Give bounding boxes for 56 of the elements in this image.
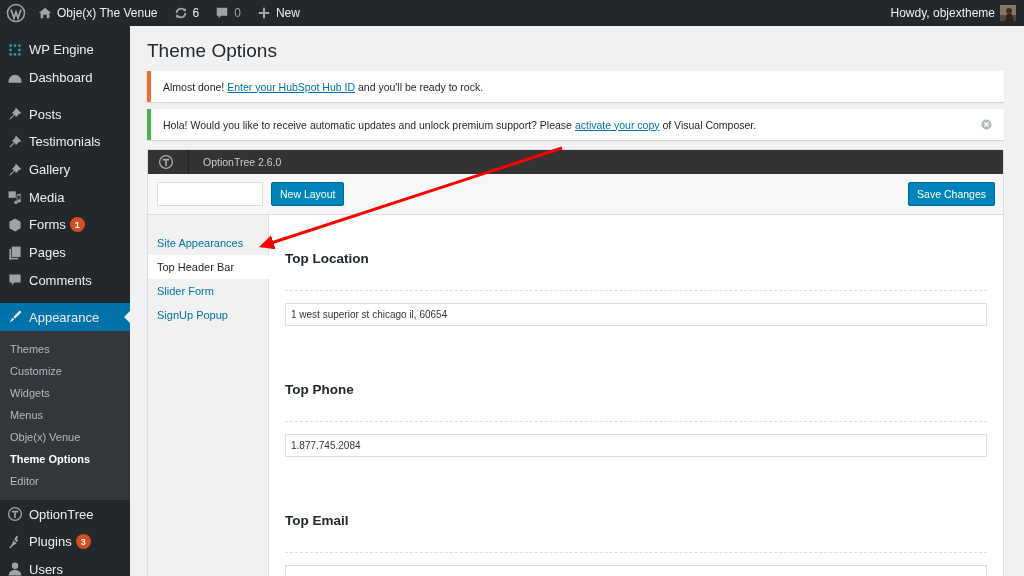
page-title: Theme Options <box>147 40 278 62</box>
new-layout-button[interactable]: New Layout <box>271 182 345 206</box>
menu-label: Dashboard <box>29 70 93 86</box>
menu-item[interactable]: OptionTree <box>0 500 130 528</box>
save-changes-button[interactable]: Save Changes <box>908 182 995 206</box>
submenu-item[interactable]: Customize <box>0 360 130 383</box>
account-link[interactable]: Howdy, objextheme <box>890 5 1016 21</box>
menu-label: OptionTree <box>29 506 94 522</box>
menu-label: Posts <box>29 106 62 122</box>
count-badge: 1 <box>69 217 85 233</box>
notice-link[interactable]: activate your copy <box>574 118 660 131</box>
menu-item[interactable]: Dashboard <box>0 63 130 92</box>
count-badge: 3 <box>75 534 91 550</box>
submenu-item[interactable]: Themes <box>0 338 130 361</box>
field-label: Top Location <box>285 251 370 266</box>
menu-label: Plugins <box>29 534 72 550</box>
notice-text: Hola! Would you like to receive automatic updates and unlock premium support? Please activate your copy of Visual Composer. <box>163 118 758 131</box>
submenu-item[interactable]: Widgets <box>0 382 130 405</box>
field-label: Top Email <box>285 513 350 528</box>
section-tab[interactable]: SignUp Popup <box>148 303 268 327</box>
menu-item[interactable]: Users <box>0 555 130 576</box>
menu-item[interactable]: Gallery <box>0 155 130 184</box>
menu-item[interactable]: Plugins 3 <box>0 527 130 556</box>
updates-link[interactable]: 6 <box>173 6 200 20</box>
menu-item[interactable]: Testimonials <box>0 128 130 156</box>
menu-label: Appearance <box>29 309 100 325</box>
menu-label: Testimonials <box>29 134 101 150</box>
menu-item[interactable]: Comments <box>0 266 130 295</box>
menu-label: Pages <box>29 245 66 261</box>
menu-label: Media <box>29 189 65 205</box>
field-label: Top Phone <box>285 382 355 397</box>
menu-item[interactable]: Forms 1 <box>0 211 130 239</box>
menu-item[interactable]: Media <box>0 183 130 212</box>
section-tab[interactable]: Top Header Bar <box>148 255 269 279</box>
notice-text: Almost done! Enter your HubSpot Hub ID and you'll be ready to rock. <box>163 80 485 93</box>
submenu-item[interactable]: Theme Options <box>0 448 130 471</box>
submenu-item[interactable]: Obje(x) Venue <box>0 426 130 449</box>
notice-link[interactable]: Enter your HubSpot Hub ID <box>227 80 356 93</box>
comments-link[interactable]: 0 <box>215 6 241 20</box>
new-link[interactable]: New <box>256 6 300 20</box>
text-input-field[interactable]: 1.877.745.2084 <box>285 434 987 457</box>
text-input-field[interactable]: 1 west superior st chicago il, 60654 <box>285 303 987 326</box>
submenu-item[interactable]: Menus <box>0 404 130 427</box>
menu-item[interactable]: WP Engine <box>0 36 130 64</box>
section-tab[interactable]: Site Appearances <box>148 231 268 255</box>
menu-label: WP Engine <box>29 42 94 58</box>
menu-item[interactable]: Pages <box>0 238 130 267</box>
menu-label: Comments <box>29 272 92 288</box>
menu-label: Forms <box>29 217 66 233</box>
menu-label: Users <box>29 561 63 576</box>
menu-item[interactable]: Appearance <box>0 303 130 332</box>
section-tab[interactable]: Slider Form <box>148 279 268 303</box>
menu-label: Gallery <box>29 162 71 178</box>
menu-item[interactable]: Posts <box>0 100 130 129</box>
submenu-item[interactable]: Editor <box>0 470 130 493</box>
site-name-link[interactable]: Obje(x) The Venue <box>38 6 158 20</box>
